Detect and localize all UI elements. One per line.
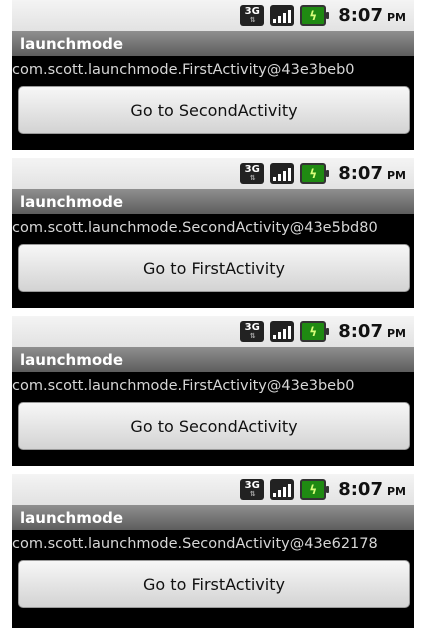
- signal-strength-icon: [270, 5, 295, 26]
- screen-4: 3G ⇅ ϟ 8:07 PM launchmode com.scott.launch…: [12, 474, 414, 628]
- battery-charging-icon: ϟ: [300, 479, 330, 500]
- screen-2: 3G ⇅ ϟ 8:07 PM launchmode com.scott.launch…: [12, 158, 414, 308]
- status-clock: 8:07 PM: [338, 5, 406, 26]
- status-bar: 3G ⇅ ϟ 8:07 PM: [12, 316, 414, 347]
- go-to-first-activity-button[interactable]: Go to FirstActivity: [18, 244, 410, 292]
- 3g-icon: 3G ⇅: [240, 479, 265, 500]
- status-clock: 8:07 PM: [338, 479, 406, 500]
- 3g-icon: 3G ⇅: [240, 5, 265, 26]
- screen-1: 3G ⇅ ϟ 8:07 PM launchmode com.scott.launch…: [12, 0, 414, 150]
- app-title: launchmode: [12, 31, 414, 56]
- go-to-first-activity-button[interactable]: Go to FirstActivity: [18, 560, 410, 608]
- activity-label: com.scott.launchmode.SecondActivity@43e6…: [12, 536, 378, 552]
- 3g-icon: 3G ⇅: [240, 321, 265, 342]
- battery-charging-icon: ϟ: [300, 321, 330, 342]
- activity-label: com.scott.launchmode.FirstActivity@43e3b…: [12, 378, 355, 394]
- go-to-second-activity-button[interactable]: Go to SecondActivity: [18, 402, 410, 450]
- status-clock: 8:07 PM: [338, 321, 406, 342]
- battery-charging-icon: ϟ: [300, 5, 330, 26]
- screen-3: 3G ⇅ ϟ 8:07 PM launchmode com.scott.launch…: [12, 316, 414, 466]
- signal-strength-icon: [270, 479, 295, 500]
- app-title: launchmode: [12, 347, 414, 372]
- battery-charging-icon: ϟ: [300, 163, 330, 184]
- signal-strength-icon: [270, 163, 295, 184]
- app-title: launchmode: [12, 189, 414, 214]
- 3g-icon: 3G ⇅: [240, 163, 265, 184]
- status-bar: 3G ⇅ ϟ 8:07 PM: [12, 474, 414, 505]
- status-bar: 3G ⇅ ϟ 8:07 PM: [12, 0, 414, 31]
- status-bar: 3G ⇅ ϟ 8:07 PM: [12, 158, 414, 189]
- signal-strength-icon: [270, 321, 295, 342]
- app-title: launchmode: [12, 505, 414, 530]
- go-to-second-activity-button[interactable]: Go to SecondActivity: [18, 86, 410, 134]
- activity-label: com.scott.launchmode.FirstActivity@43e3b…: [12, 62, 355, 78]
- activity-label: com.scott.launchmode.SecondActivity@43e5…: [12, 220, 378, 236]
- status-clock: 8:07 PM: [338, 163, 406, 184]
